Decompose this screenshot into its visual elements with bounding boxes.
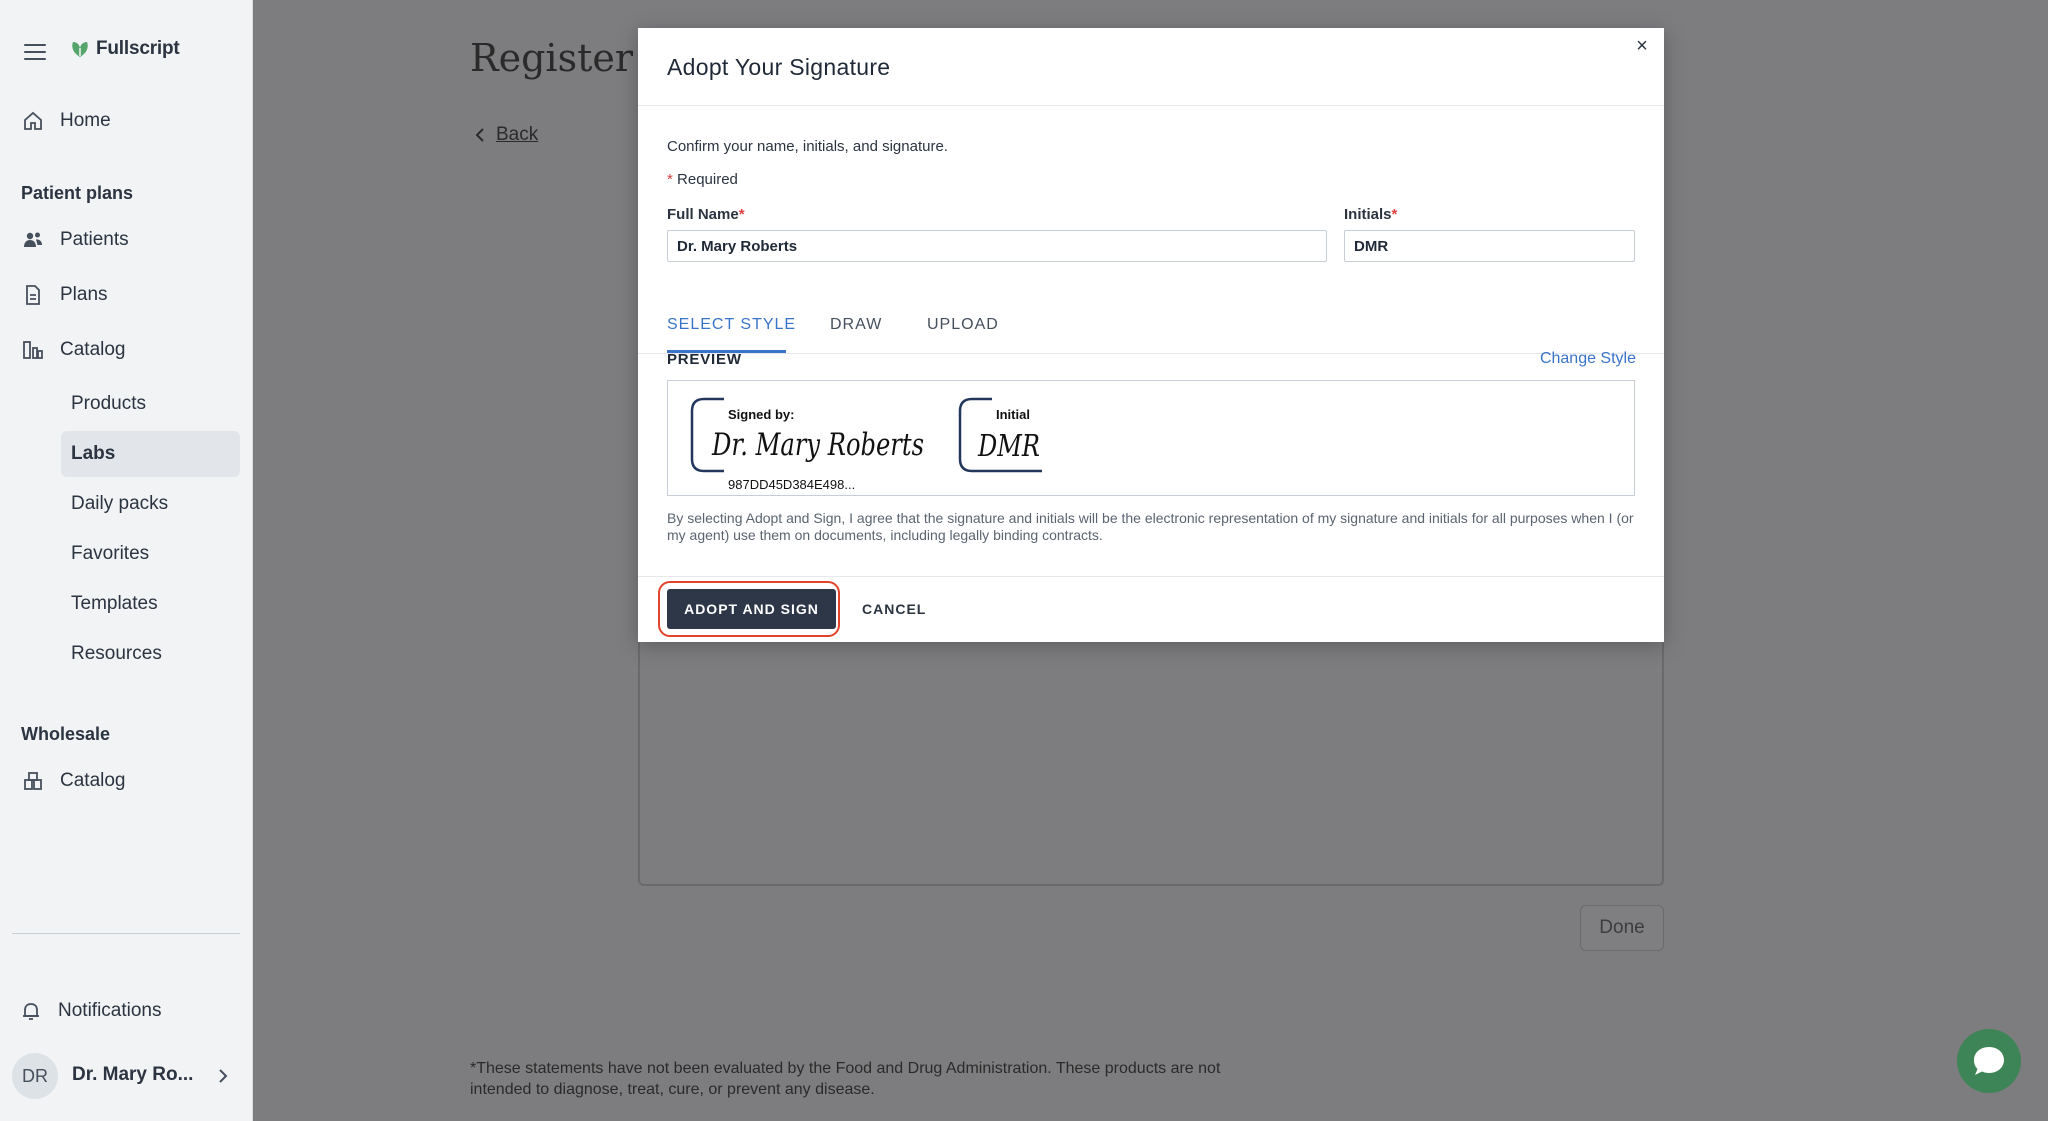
menu-icon[interactable]: [24, 44, 46, 60]
tab-upload[interactable]: UPLOAD: [927, 316, 999, 334]
modal-header: Adopt Your Signature ×: [638, 28, 1664, 106]
users-icon: [24, 232, 42, 247]
chat-button[interactable]: [1957, 1029, 2021, 1093]
required-note: * Required: [667, 171, 738, 188]
home-icon: [24, 111, 42, 130]
back-link-label: Back: [496, 124, 539, 145]
chat-bubble-icon: [1974, 1047, 2004, 1075]
wholesale-icon: [24, 772, 42, 790]
signature-preview: Signed by: Dr. Mary Roberts 987DD45D384E…: [667, 380, 1635, 496]
chevron-right-icon[interactable]: [216, 1066, 230, 1086]
bell-icon: [23, 1003, 39, 1020]
leaf-logo-icon: [72, 42, 88, 57]
initials-label: Initials*: [1344, 206, 1397, 223]
nav-wholesale-catalog-label: Catalog: [60, 770, 126, 791]
nav-patients[interactable]: Patients: [22, 229, 129, 251]
signature-script: Dr. Mary Roberts: [712, 427, 924, 463]
change-style-link[interactable]: Change Style: [1540, 350, 1636, 368]
initials-asterisk: *: [1391, 206, 1398, 223]
signature-caption: Signed by:: [728, 407, 795, 422]
tab-select-style[interactable]: SELECT STYLE: [667, 316, 796, 334]
adopt-and-sign-button[interactable]: ADOPT AND SIGN: [667, 589, 836, 629]
preview-label: PREVIEW: [667, 351, 742, 368]
close-icon[interactable]: ×: [1630, 34, 1654, 58]
full-name-label: Full Name*: [667, 206, 745, 223]
modal-footer-divider: [638, 576, 1664, 577]
nav-wholesale-catalog[interactable]: Catalog: [22, 770, 126, 792]
nav-home[interactable]: Home: [22, 110, 111, 132]
nav-catalog-label: Catalog: [60, 339, 126, 360]
sidebar-item-products[interactable]: Products: [61, 381, 240, 427]
cancel-button[interactable]: CANCEL: [862, 589, 926, 629]
sidebar: Fullscript Home Patient plans Patients P…: [0, 0, 253, 1121]
nav-notifications[interactable]: Notifications: [20, 1000, 162, 1022]
full-name-label-text: Full Name: [667, 206, 739, 223]
user-name[interactable]: Dr. Mary Ro...: [72, 1064, 193, 1086]
sidebar-item-labs[interactable]: Labs: [61, 431, 240, 477]
signature-hash: 987DD45D384E498...: [728, 477, 856, 492]
required-label: Required: [677, 171, 738, 188]
logo[interactable]: Fullscript: [70, 38, 180, 60]
avatar[interactable]: DR: [12, 1053, 58, 1099]
signature-block: Signed by: Dr. Mary Roberts 987DD45D384E…: [690, 397, 924, 492]
back-link[interactable]: Back: [474, 124, 538, 146]
section-wholesale: Wholesale: [21, 724, 111, 744]
adopt-signature-modal: Adopt Your Signature × Confirm your name…: [638, 28, 1664, 642]
nav-catalog[interactable]: Catalog: [22, 339, 126, 361]
nav-plans-label: Plans: [60, 284, 108, 305]
nav-home-label: Home: [60, 110, 111, 131]
page-title: Register :: [470, 36, 658, 80]
signature-area: [638, 640, 1664, 886]
done-button[interactable]: Done: [1580, 905, 1664, 951]
signature-tabs: SELECT STYLE DRAW UPLOAD: [638, 286, 1664, 354]
initial-caption: Initial: [996, 407, 1030, 422]
nav-plans[interactable]: Plans: [22, 284, 108, 306]
nav-notifications-label: Notifications: [58, 1000, 162, 1021]
tab-draw[interactable]: DRAW: [830, 316, 882, 334]
legal-consent-text: By selecting Adopt and Sign, I agree tha…: [667, 510, 1634, 543]
nav-patients-label: Patients: [60, 229, 129, 250]
confirm-instructions: Confirm your name, initials, and signatu…: [667, 138, 948, 155]
logo-text: Fullscript: [96, 38, 180, 59]
full-name-input[interactable]: [667, 230, 1327, 262]
full-name-asterisk: *: [738, 206, 745, 223]
catalog-icon: [23, 341, 43, 359]
initial-block: Initial DMR: [958, 397, 1048, 473]
fda-disclaimer: *These statements have not been evaluate…: [470, 1060, 1221, 1098]
sidebar-item-templates[interactable]: Templates: [61, 581, 240, 627]
sidebar-item-resources[interactable]: Resources: [61, 631, 240, 677]
section-patient-plans: Patient plans: [21, 183, 134, 203]
chevron-left-icon: [475, 128, 484, 142]
sidebar-item-daily-packs[interactable]: Daily packs: [61, 481, 240, 527]
initials-label-text: Initials: [1344, 206, 1392, 223]
initials-input[interactable]: [1344, 230, 1635, 262]
required-asterisk: *: [667, 171, 673, 188]
initial-script: DMR: [978, 429, 1040, 464]
sidebar-divider: [12, 933, 240, 934]
document-icon: [26, 285, 40, 305]
modal-title: Adopt Your Signature: [667, 54, 891, 80]
sidebar-item-favorites[interactable]: Favorites: [61, 531, 240, 577]
